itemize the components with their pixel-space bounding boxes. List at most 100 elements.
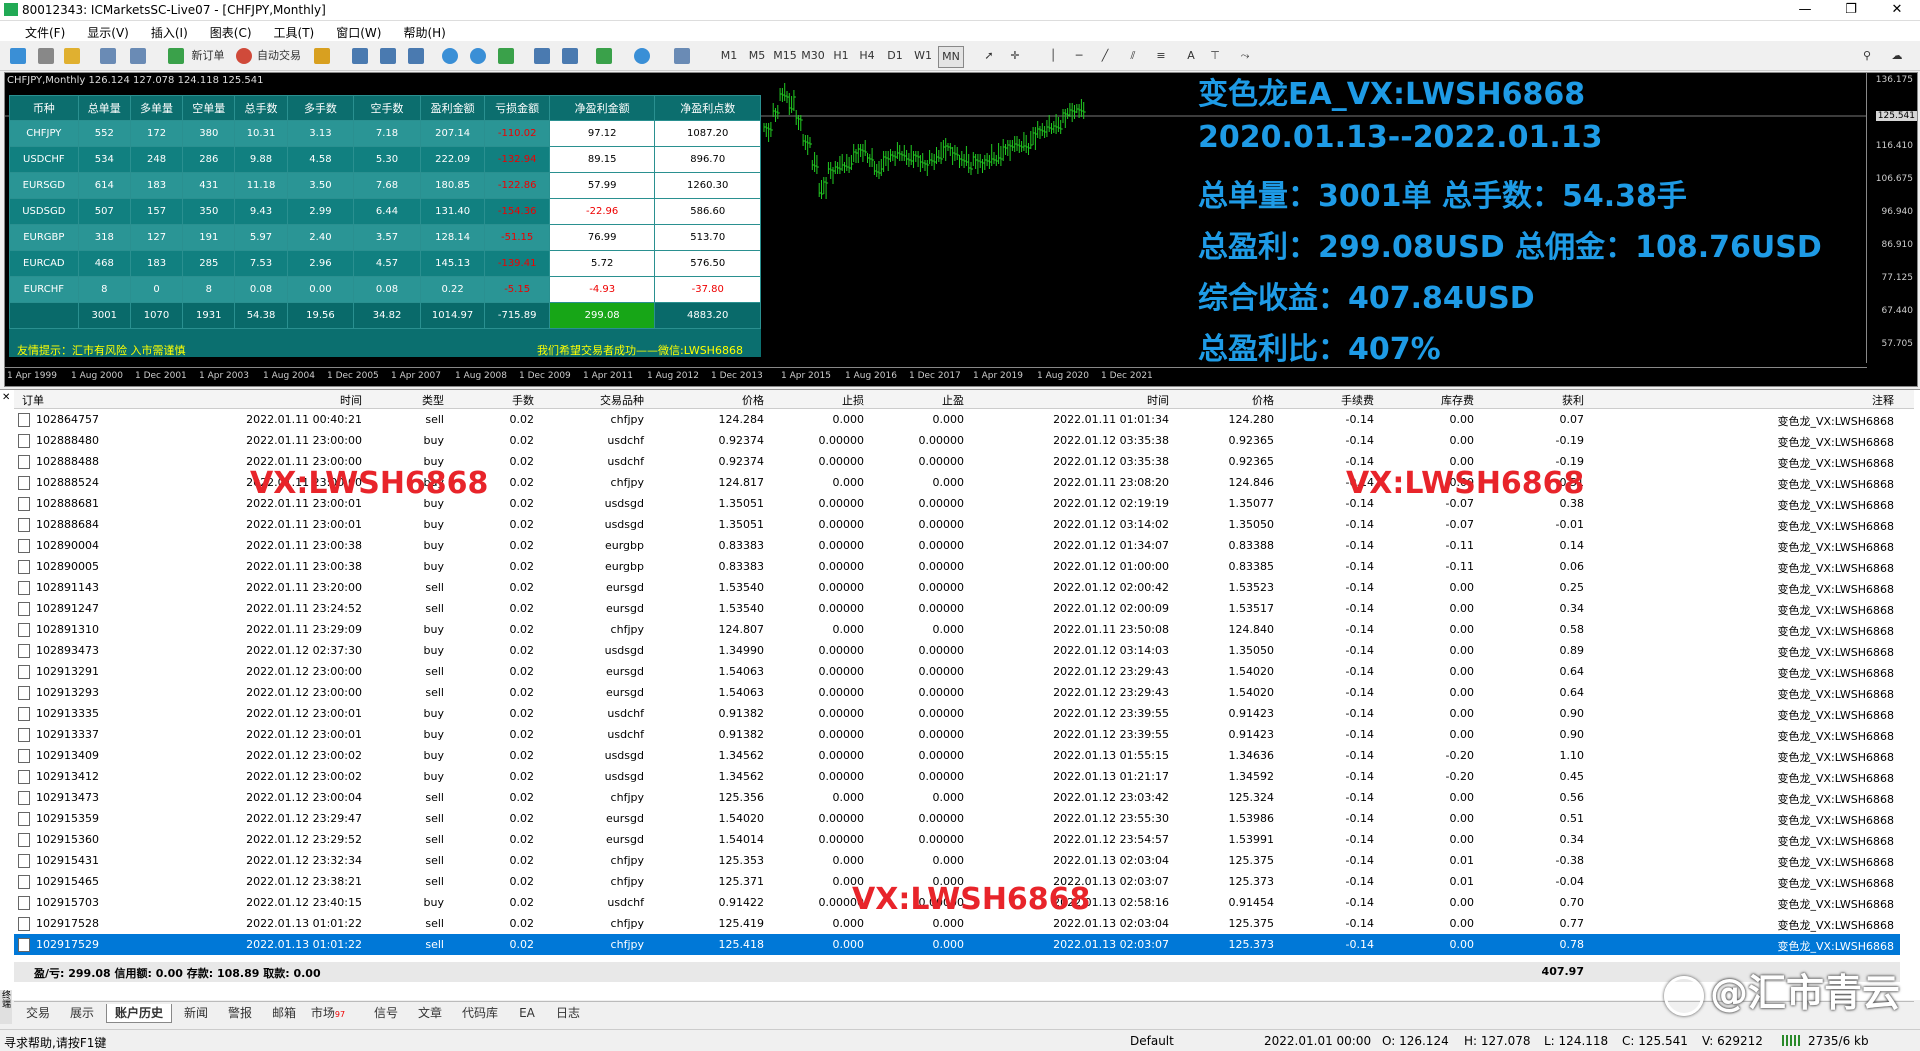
periods-icon[interactable] xyxy=(634,48,650,64)
auto-trading-icon[interactable] xyxy=(236,48,252,64)
menu-window[interactable]: 窗口(W) xyxy=(325,21,392,44)
candlestick-icon[interactable] xyxy=(380,48,396,64)
col-tp[interactable]: 止盈 xyxy=(894,392,964,408)
text-label-icon[interactable]: ⊤ xyxy=(1206,46,1224,66)
zoom-in-icon[interactable] xyxy=(442,48,458,64)
tab-exposure[interactable]: 展示 xyxy=(64,1004,100,1022)
history-row[interactable]: 102890004 2022.01.11 23:00:38 buy 0.02 eurgb… xyxy=(14,535,1900,556)
history-row[interactable]: 102915360 2022.01.12 23:29:52 sell 0.02 eurs… xyxy=(14,829,1900,850)
tab-news[interactable]: 新闻 xyxy=(178,1004,214,1022)
menu-tools[interactable]: 工具(T) xyxy=(263,21,326,44)
menu-insert[interactable]: 插入(I) xyxy=(140,21,199,44)
new-order-button[interactable]: 新订单 xyxy=(186,46,230,66)
indicators-icon[interactable] xyxy=(596,48,612,64)
col-type[interactable]: 类型 xyxy=(394,392,444,408)
history-row[interactable]: 102913293 2022.01.12 23:00:00 sell 0.02 eurs… xyxy=(14,682,1900,703)
zoom-out-icon[interactable] xyxy=(470,48,486,64)
tf-h1[interactable]: H1 xyxy=(830,46,852,66)
close-button[interactable]: ✕ xyxy=(1874,0,1920,20)
autoscroll-icon[interactable] xyxy=(562,48,578,64)
tile-windows-icon[interactable] xyxy=(498,48,514,64)
tf-m30[interactable]: M30 xyxy=(800,46,826,66)
new-order-icon[interactable] xyxy=(168,48,184,64)
shapes-icon[interactable]: ⤳ xyxy=(1232,46,1258,66)
menu-view[interactable]: 显示(V) xyxy=(76,21,140,44)
history-row[interactable]: 102891310 2022.01.11 23:29:09 buy 0.02 chfjp… xyxy=(14,619,1900,640)
tf-m15[interactable]: M15 xyxy=(772,46,798,66)
tf-m1[interactable]: M1 xyxy=(718,46,740,66)
tf-w1[interactable]: W1 xyxy=(912,46,934,66)
history-row[interactable]: 102913291 2022.01.12 23:00:00 sell 0.02 eurs… xyxy=(14,661,1900,682)
navigator-icon[interactable] xyxy=(130,48,146,64)
trendline-icon[interactable]: ╱ xyxy=(1096,46,1114,66)
col-symbol[interactable]: 交易品种 xyxy=(574,392,644,408)
market-watch-icon[interactable] xyxy=(100,48,116,64)
fibonacci-icon[interactable]: ≡ xyxy=(1152,46,1170,66)
col-volume[interactable]: 手数 xyxy=(484,392,534,408)
chart-shift-icon[interactable] xyxy=(534,48,550,64)
close-terminal-icon[interactable]: ✕ xyxy=(2,392,10,403)
tab-experts[interactable]: EA xyxy=(512,1004,542,1022)
menu-charts[interactable]: 图表(C) xyxy=(199,21,263,44)
minimize-button[interactable]: — xyxy=(1782,0,1828,20)
tf-h4[interactable]: H4 xyxy=(856,46,878,66)
col-close-price[interactable]: 价格 xyxy=(1204,392,1274,408)
tab-alerts[interactable]: 警报 xyxy=(222,1004,258,1022)
tab-account-history[interactable]: 账户历史 xyxy=(106,1004,172,1023)
tf-m5[interactable]: M5 xyxy=(746,46,768,66)
history-row[interactable]: 102913335 2022.01.12 23:00:01 buy 0.02 usdch… xyxy=(14,703,1900,724)
tab-signals[interactable]: 信号 xyxy=(368,1004,404,1022)
history-row[interactable]: 102891143 2022.01.11 23:20:00 sell 0.02 eurs… xyxy=(14,577,1900,598)
col-commission[interactable]: 手续费 xyxy=(1314,392,1374,408)
col-sl[interactable]: 止损 xyxy=(794,392,864,408)
col-open-time[interactable]: 时间 xyxy=(214,392,362,408)
tf-d1[interactable]: D1 xyxy=(884,46,906,66)
col-swap[interactable]: 库存费 xyxy=(1414,392,1474,408)
crosshair-icon[interactable]: ✛ xyxy=(1006,46,1024,66)
history-row[interactable]: 102913473 2022.01.12 23:00:04 sell 0.02 chfj… xyxy=(14,787,1900,808)
cursor-icon[interactable]: ➚ xyxy=(980,46,998,66)
line-chart-icon[interactable] xyxy=(408,48,424,64)
vertical-line-icon[interactable]: │ xyxy=(1044,46,1062,66)
history-row[interactable]: 102917529 2022.01.13 01:01:22 sell 0.02 chfj… xyxy=(14,934,1900,955)
menu-help[interactable]: 帮助(H) xyxy=(392,21,456,44)
search-icon[interactable]: ⚲ xyxy=(1858,46,1876,66)
menu-file[interactable]: 文件(F) xyxy=(14,21,76,44)
history-row[interactable]: 102913409 2022.01.12 23:00:02 buy 0.02 usdsg… xyxy=(14,745,1900,766)
history-row[interactable]: 102864757 2022.01.11 00:40:21 sell 0.02 chfj… xyxy=(14,409,1900,430)
templates-icon[interactable] xyxy=(674,48,690,64)
chart-window[interactable]: CHFJPY,Monthly 126.124 127.078 124.118 1… xyxy=(4,72,1918,387)
strategy-tester-icon[interactable] xyxy=(314,48,330,64)
tab-market[interactable]: 市场97 xyxy=(310,1004,346,1022)
col-profit[interactable]: 获利 xyxy=(1514,392,1584,408)
tab-mailbox[interactable]: 邮箱 xyxy=(266,1004,302,1022)
history-row[interactable]: 102915431 2022.01.12 23:32:34 sell 0.02 chfj… xyxy=(14,850,1900,871)
tab-trade[interactable]: 交易 xyxy=(20,1004,56,1022)
history-row[interactable]: 102893473 2022.01.12 02:37:30 buy 0.02 usdsg… xyxy=(14,640,1900,661)
channel-icon[interactable]: ⫽ xyxy=(1124,46,1142,66)
history-row[interactable]: 102915359 2022.01.12 23:29:47 sell 0.02 eurs… xyxy=(14,808,1900,829)
restore-button[interactable]: ❐ xyxy=(1828,0,1874,20)
bar-chart-icon[interactable] xyxy=(352,48,368,64)
tab-code-base[interactable]: 代码库 xyxy=(456,1004,504,1022)
favorites-icon[interactable] xyxy=(64,48,80,64)
history-row[interactable]: 102913412 2022.01.12 23:00:02 buy 0.02 usdsg… xyxy=(14,766,1900,787)
history-row[interactable]: 102890005 2022.01.11 23:00:38 buy 0.02 eurgb… xyxy=(14,556,1900,577)
col-comment[interactable]: 注释 xyxy=(1774,392,1894,408)
horizontal-line-icon[interactable]: ─ xyxy=(1070,46,1088,66)
col-close-time[interactable]: 时间 xyxy=(1014,392,1169,408)
history-row[interactable]: 102888684 2022.01.11 23:00:01 buy 0.02 usdsg… xyxy=(14,514,1900,535)
col-order[interactable]: 订单 xyxy=(22,392,44,408)
history-row[interactable]: 102891247 2022.01.11 23:24:52 sell 0.02 eurs… xyxy=(14,598,1900,619)
text-icon[interactable]: A xyxy=(1182,46,1200,66)
tab-journal[interactable]: 日志 xyxy=(550,1004,586,1022)
col-open-price[interactable]: 价格 xyxy=(694,392,764,408)
new-chart-icon[interactable] xyxy=(10,48,26,64)
tf-mn[interactable]: MN xyxy=(938,46,964,68)
history-row[interactable]: 102913337 2022.01.12 23:00:01 buy 0.02 usdch… xyxy=(14,724,1900,745)
tab-articles[interactable]: 文章 xyxy=(412,1004,448,1022)
history-row[interactable]: 102888480 2022.01.11 23:00:00 buy 0.02 usdch… xyxy=(14,430,1900,451)
auto-trading-button[interactable]: 自动交易 xyxy=(254,46,304,66)
chat-icon[interactable]: ☁ xyxy=(1886,46,1908,66)
profiles-icon[interactable] xyxy=(38,48,54,64)
